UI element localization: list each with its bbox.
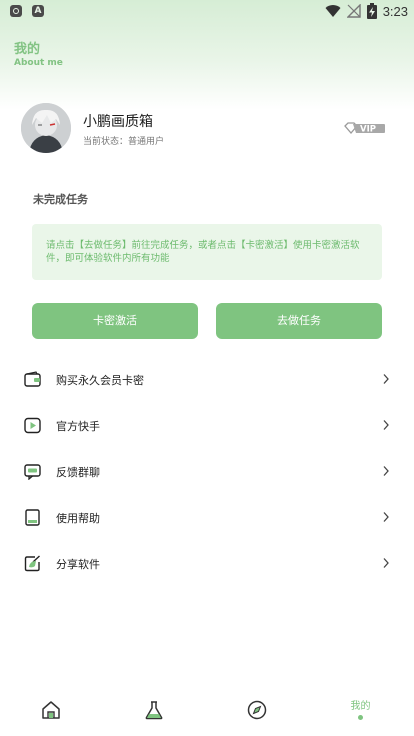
menu-item-label: 分享软件	[56, 558, 100, 571]
activate-card-button[interactable]: 卡密激活	[32, 303, 198, 339]
nav-tab-me[interactable]: 我的	[309, 686, 412, 736]
menu-item-label: 官方快手	[56, 420, 100, 433]
menu-item-feedback-group[interactable]: 反馈群聊	[0, 449, 414, 495]
nav-tab-discover[interactable]	[206, 686, 309, 736]
avatar[interactable]	[21, 103, 71, 153]
menu-item-help[interactable]: 使用帮助	[0, 495, 414, 541]
menu-item-buy-card[interactable]: 购买永久会员卡密	[0, 357, 414, 403]
menu-item-label: 反馈群聊	[56, 466, 100, 479]
video-play-icon	[24, 417, 41, 434]
menu-item-official-kuaishou[interactable]: 官方快手	[0, 403, 414, 449]
battery-icon	[366, 3, 377, 19]
notification-icon	[10, 5, 22, 17]
nav-tab-lab[interactable]	[103, 686, 206, 736]
section-title-tasks: 未完成任务	[33, 193, 88, 206]
clock: 3:23	[382, 3, 408, 19]
chevron-right-icon	[383, 512, 389, 522]
do-task-button[interactable]: 去做任务	[216, 303, 382, 339]
compass-icon	[247, 700, 267, 720]
menu-item-label: 使用帮助	[56, 512, 100, 525]
chevron-right-icon	[383, 558, 389, 568]
home-icon	[42, 701, 60, 719]
book-icon	[25, 509, 40, 526]
chevron-right-icon	[383, 374, 389, 384]
page-subtitle: About me	[14, 58, 63, 68]
flask-icon	[145, 701, 163, 720]
svg-text:VIP: VIP	[360, 125, 376, 135]
task-notice: 请点击【去做任务】前往完成任务，或者点击【卡密激活】使用卡密激活软件，即可体验软…	[32, 224, 382, 280]
page-title: 我的	[14, 42, 41, 57]
share-icon	[24, 555, 40, 572]
app-a-icon: A	[32, 5, 44, 17]
bottom-nav: 我的	[0, 686, 414, 736]
wifi-icon	[325, 5, 341, 18]
chevron-right-icon	[383, 420, 389, 430]
status-bar: A 3:23	[0, 0, 414, 24]
vip-badge: VIP	[344, 120, 386, 139]
nav-tab-home[interactable]	[0, 686, 103, 736]
signal-icon	[346, 4, 361, 18]
chevron-right-icon	[383, 466, 389, 476]
menu-item-share[interactable]: 分享软件	[0, 541, 414, 587]
wallet-icon	[24, 371, 41, 387]
menu-item-label: 购买永久会员卡密	[56, 374, 144, 387]
user-status: 当前状态：普通用户	[83, 137, 165, 147]
active-indicator-dot	[358, 715, 363, 720]
nav-label-me: 我的	[350, 701, 371, 712]
username: 小鹏画质箱	[83, 114, 153, 130]
chat-icon	[24, 464, 41, 480]
